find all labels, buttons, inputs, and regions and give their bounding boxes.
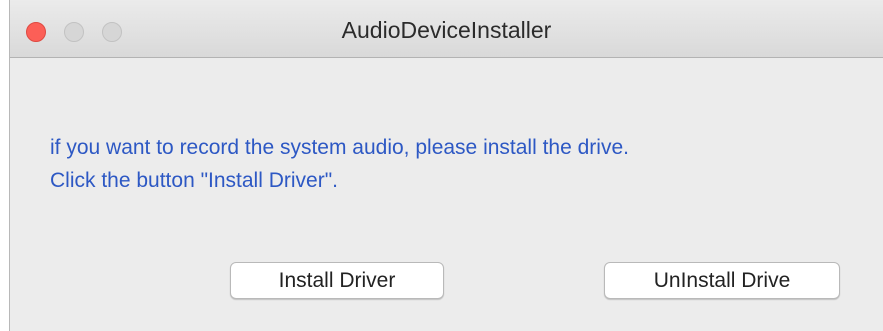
installer-window: AudioDeviceInstaller if you want to reco… (9, 0, 883, 331)
instruction-line-1: if you want to record the system audio, … (50, 136, 629, 159)
instruction-line-2: Click the button "Install Driver". (50, 169, 339, 192)
instruction-message: if you want to record the system audio, … (50, 131, 629, 197)
uninstall-driver-button[interactable]: UnInstall Drive (604, 262, 840, 299)
window-title: AudioDeviceInstaller (341, 17, 552, 43)
install-driver-button[interactable]: Install Driver (230, 262, 444, 299)
title-bar[interactable]: AudioDeviceInstaller (10, 0, 883, 58)
